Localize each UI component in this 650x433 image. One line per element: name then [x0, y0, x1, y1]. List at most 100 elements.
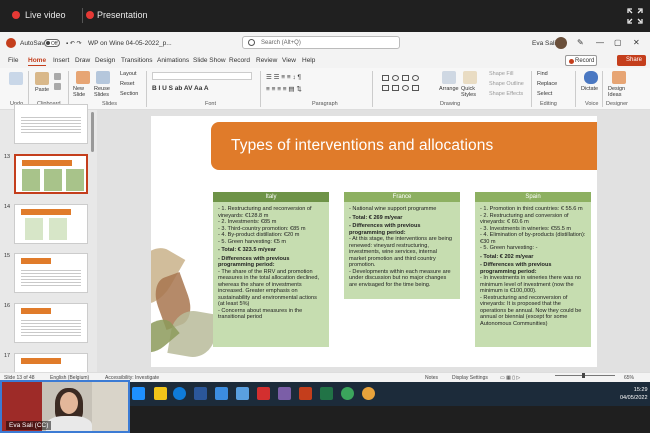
replace-button[interactable]: Replace — [537, 81, 557, 87]
presentation-label[interactable]: Presentation — [97, 10, 148, 20]
column-line: - Total: € 269 m/year — [349, 214, 403, 221]
design-ideas-icon[interactable] — [612, 71, 626, 84]
align-buttons[interactable]: ≡ ≡ ≡ ≡ ▤ ⇅ — [266, 85, 302, 93]
column-body: - 1. Restructuring and reconversion of v… — [213, 202, 329, 325]
live-dot-icon — [12, 11, 20, 19]
tab-transitions[interactable]: Transitions — [121, 57, 153, 64]
design-ideas-label[interactable]: Design Ideas — [608, 86, 630, 98]
arrange-icon[interactable] — [442, 71, 456, 84]
notes-button[interactable]: Notes — [425, 375, 438, 381]
tab-review[interactable]: Review — [256, 57, 277, 64]
layout-button[interactable]: Layout — [120, 71, 137, 77]
slide-thumbnail[interactable] — [14, 253, 88, 293]
view-buttons[interactable]: ▭ ▦ ▯ ▷ — [500, 375, 520, 381]
scrollbar[interactable] — [91, 112, 94, 152]
record-button[interactable]: Record — [565, 55, 597, 66]
file-explorer-icon[interactable] — [154, 387, 167, 400]
paste-icon[interactable] — [35, 72, 49, 85]
copy-icon[interactable] — [54, 83, 61, 90]
column-line: - Differences with previous programming … — [480, 262, 552, 275]
tab-insert[interactable]: Insert — [53, 57, 69, 64]
shape-icon[interactable] — [382, 85, 389, 91]
app-icon[interactable] — [236, 387, 249, 400]
powerpoint-icon[interactable] — [299, 387, 312, 400]
tab-design[interactable]: Design — [95, 57, 115, 64]
shape-fill-button[interactable]: Shape Fill — [489, 71, 513, 77]
share-button[interactable]: Share — [617, 55, 646, 66]
slide-thumbnail[interactable] — [14, 204, 88, 244]
arrange-label[interactable]: Arrange — [439, 86, 459, 92]
shapes-gallery[interactable] — [380, 73, 430, 95]
paragraph-buttons[interactable]: ☰ ☰ ≡ ≡ ↕ ¶ — [266, 73, 301, 81]
reuse-slides-icon[interactable] — [96, 71, 110, 84]
maximize-icon[interactable]: ▢ — [614, 38, 622, 47]
tab-record[interactable]: Record — [229, 57, 250, 64]
section-button[interactable]: Section — [120, 91, 138, 97]
select-button[interactable]: Select — [537, 91, 552, 97]
divider — [372, 71, 373, 107]
group-slides: Slides — [102, 101, 117, 107]
tab-draw[interactable]: Draw — [75, 57, 90, 64]
edge-icon[interactable] — [173, 387, 186, 400]
tab-animations[interactable]: Animations — [157, 57, 189, 64]
reset-button[interactable]: Reset — [120, 81, 134, 87]
tab-slide-show[interactable]: Slide Show — [193, 57, 226, 64]
font-format-buttons[interactable]: B I U S ab AV Aa A — [152, 85, 209, 92]
lync-icon[interactable] — [215, 387, 228, 400]
shape-icon[interactable] — [392, 75, 399, 81]
app-icon[interactable] — [341, 387, 354, 400]
menu-bar: File Home Insert Draw Design Transitions… — [0, 54, 650, 68]
live-video-label[interactable]: Live video — [25, 10, 66, 20]
slide-thumbnail[interactable] — [14, 303, 88, 343]
quick-styles-label[interactable]: Quick Styles — [461, 86, 481, 98]
teams-icon[interactable] — [278, 387, 291, 400]
tab-file[interactable]: File — [8, 57, 18, 64]
paste-label[interactable]: Paste — [35, 87, 49, 93]
file-name[interactable]: WP on Wine 04-05-2022_p... — [88, 40, 172, 47]
slide-thumbnail[interactable] — [14, 104, 88, 144]
shape-icon[interactable] — [412, 85, 419, 91]
shape-outline-button[interactable]: Shape Outline — [489, 81, 524, 87]
zoom-level[interactable]: 65% — [624, 375, 634, 381]
shape-icon[interactable] — [412, 75, 419, 81]
search-box[interactable]: Search (Alt+Q) — [242, 36, 400, 49]
find-button[interactable]: Find — [537, 71, 548, 77]
fullscreen-icon[interactable] — [627, 8, 643, 24]
excel-icon[interactable] — [320, 387, 333, 400]
pen-icon[interactable]: ✎ — [577, 38, 584, 47]
new-slide-icon[interactable] — [76, 71, 90, 84]
shape-icon[interactable] — [402, 85, 409, 91]
shape-effects-button[interactable]: Shape Effects — [489, 91, 523, 97]
new-slide-label[interactable]: New Slide — [73, 86, 95, 98]
slide-thumbnail[interactable] — [14, 353, 88, 373]
taskbar-clock[interactable]: 15:29 04/05/2022 — [620, 386, 648, 402]
tab-view[interactable]: View — [282, 57, 296, 64]
chrome-icon[interactable] — [362, 387, 375, 400]
word-icon[interactable] — [194, 387, 207, 400]
font-family-select[interactable] — [152, 72, 252, 80]
save-icon[interactable]: ▪ ↶ ↷ — [66, 40, 82, 47]
tab-help[interactable]: Help — [302, 57, 315, 64]
quick-styles-icon[interactable] — [463, 71, 477, 84]
zoom-slider[interactable] — [555, 373, 615, 378]
avatar[interactable] — [555, 37, 567, 49]
dictate-label[interactable]: Dictate — [581, 86, 598, 92]
minimize-icon[interactable]: — — [596, 38, 604, 47]
divider — [531, 71, 532, 107]
tab-home[interactable]: Home — [28, 57, 47, 66]
shape-icon[interactable] — [402, 75, 409, 81]
webcam-overlay[interactable]: Eva Sali (CC) — [0, 380, 130, 433]
shape-icon[interactable] — [392, 85, 399, 91]
microphone-icon[interactable] — [584, 71, 598, 84]
display-settings-button[interactable]: Display Settings — [452, 375, 488, 381]
zoom-handle[interactable] — [582, 373, 585, 378]
slide-canvas[interactable]: Types of interventions and allocations I… — [151, 116, 597, 367]
undo-icon[interactable] — [9, 72, 23, 85]
shape-icon[interactable] — [382, 75, 389, 81]
reuse-slides-label[interactable]: Reuse Slides — [94, 86, 116, 98]
slide-thumbnail-selected[interactable] — [14, 154, 88, 194]
windows-start-icon[interactable] — [132, 387, 145, 400]
cut-icon[interactable] — [54, 73, 61, 80]
close-icon[interactable]: ✕ — [633, 38, 640, 47]
pdf-icon[interactable] — [257, 387, 270, 400]
